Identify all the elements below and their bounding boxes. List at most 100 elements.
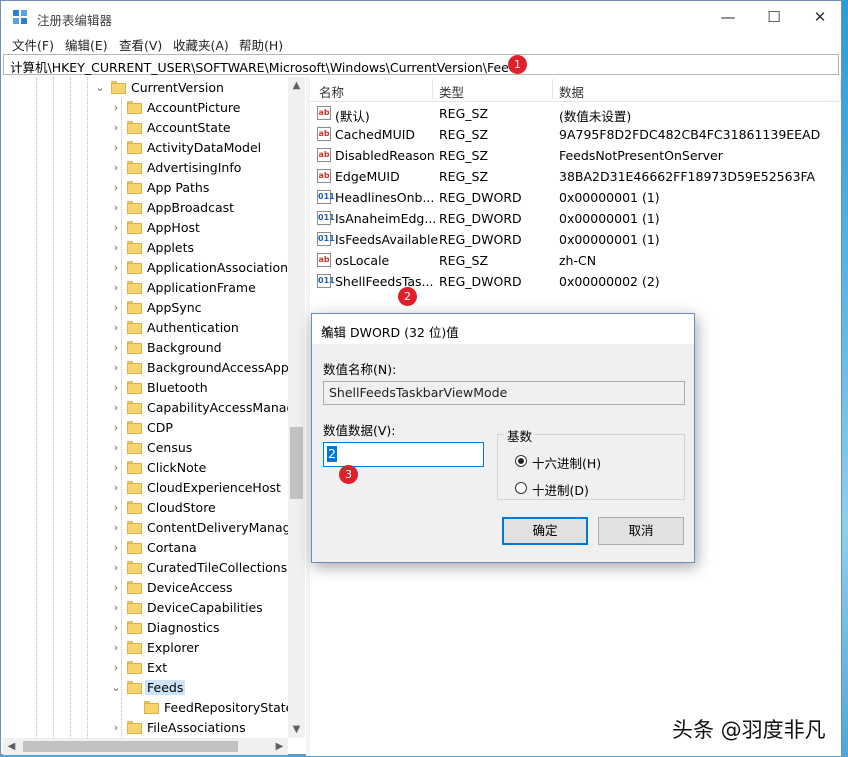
- collapsed-chevron-icon[interactable]: ›: [111, 361, 121, 374]
- column-type[interactable]: 类型: [439, 82, 464, 101]
- tree-item-label: AccountState: [147, 120, 231, 135]
- value-row[interactable]: 011 ShellFeedsTas... REG_DWORD 0x00000002 (…: [310, 271, 841, 292]
- cancel-button[interactable]: 取消: [598, 517, 684, 545]
- value-name: IsAnaheimEdg...: [335, 211, 437, 226]
- value-row[interactable]: 011 IsAnaheimEdg... REG_DWORD 0x00000001 (1…: [310, 208, 841, 229]
- collapsed-chevron-icon[interactable]: ›: [111, 241, 121, 254]
- collapsed-chevron-icon[interactable]: ›: [111, 261, 121, 274]
- column-data[interactable]: 数据: [559, 82, 584, 101]
- collapsed-chevron-icon[interactable]: ›: [111, 201, 121, 214]
- close-button[interactable]: ✕: [797, 1, 843, 33]
- folder-icon: [127, 421, 142, 434]
- menu-edit[interactable]: 编辑(E): [65, 35, 108, 54]
- tree-item-label: AdvertisingInfo: [147, 160, 242, 175]
- tree-item-label: Cortana: [147, 540, 197, 555]
- value-row[interactable]: ab CachedMUID REG_SZ 9A795F8D2FDC482CB4FC31…: [310, 124, 841, 145]
- collapsed-chevron-icon[interactable]: ›: [111, 461, 121, 474]
- value-row[interactable]: 011 IsFeedsAvailable REG_DWORD 0x00000001 (…: [310, 229, 841, 250]
- collapsed-chevron-icon[interactable]: ›: [111, 181, 121, 194]
- scroll-left-arrow-icon[interactable]: ◀: [3, 738, 20, 755]
- folder-icon: [127, 121, 142, 134]
- folder-icon: [127, 461, 142, 474]
- collapsed-chevron-icon[interactable]: ›: [111, 421, 121, 434]
- collapsed-chevron-icon[interactable]: ›: [111, 641, 121, 654]
- scroll-thumb[interactable]: [290, 427, 303, 499]
- collapsed-chevron-icon[interactable]: ›: [111, 521, 121, 534]
- collapsed-chevron-icon[interactable]: ›: [111, 561, 121, 574]
- hscroll-thumb[interactable]: [23, 741, 238, 752]
- collapsed-chevron-icon[interactable]: ›: [111, 161, 121, 174]
- collapsed-chevron-icon[interactable]: ›: [111, 381, 121, 394]
- expanded-chevron-icon[interactable]: ⌄: [95, 81, 105, 94]
- collapsed-chevron-icon[interactable]: ›: [111, 541, 121, 554]
- tree-horizontal-scrollbar[interactable]: ◀ ▶: [3, 738, 288, 755]
- folder-icon: [127, 281, 142, 294]
- folder-icon: [111, 81, 126, 94]
- tree-item-label: BackgroundAccessApplic: [147, 360, 303, 375]
- collapsed-chevron-icon[interactable]: ›: [111, 221, 121, 234]
- tree-item-label: AccountPicture: [147, 100, 241, 115]
- value-data-input[interactable]: 2: [323, 442, 484, 467]
- collapsed-chevron-icon[interactable]: ›: [111, 101, 121, 114]
- tree-vertical-scrollbar[interactable]: ▲ ▼: [288, 77, 305, 738]
- value-type: REG_SZ: [439, 106, 489, 121]
- collapsed-chevron-icon[interactable]: ›: [111, 481, 121, 494]
- collapsed-chevron-icon[interactable]: ›: [111, 401, 121, 414]
- collapsed-chevron-icon[interactable]: ›: [111, 581, 121, 594]
- ok-button[interactable]: 确定: [502, 517, 588, 545]
- value-row[interactable]: 011 HeadlinesOnb... REG_DWORD 0x00000001 (1…: [310, 187, 841, 208]
- collapsed-chevron-icon[interactable]: ›: [111, 621, 121, 634]
- folder-icon: [127, 681, 142, 694]
- value-row[interactable]: ab EdgeMUID REG_SZ 38BA2D31E46662FF18973D59…: [310, 166, 841, 187]
- collapsed-chevron-icon[interactable]: ›: [111, 341, 121, 354]
- collapsed-chevron-icon[interactable]: ›: [111, 661, 121, 674]
- value-data: (数值未设置): [559, 109, 632, 124]
- address-path: 计算机\HKEY_CURRENT_USER\SOFTWARE\Microsoft…: [10, 60, 524, 75]
- value-row[interactable]: ab (默认) REG_SZ (数值未设置): [310, 103, 841, 124]
- value-data: 0x00000001 (1): [559, 232, 660, 247]
- window-title: 注册表编辑器: [37, 13, 113, 28]
- collapsed-chevron-icon[interactable]: ›: [111, 721, 121, 734]
- value-row[interactable]: ab osLocale REG_SZ zh-CN: [310, 250, 841, 271]
- value-row[interactable]: ab DisabledReason REG_SZ FeedsNotPresentOnS…: [310, 145, 841, 166]
- scroll-right-arrow-icon[interactable]: ▶: [271, 738, 288, 755]
- string-value-icon: ab: [317, 106, 331, 120]
- folder-icon: [127, 541, 142, 554]
- collapsed-chevron-icon[interactable]: ›: [111, 601, 121, 614]
- collapsed-chevron-icon[interactable]: ›: [111, 321, 121, 334]
- value-data: 38BA2D31E46662FF18973D59E52563FA: [559, 169, 816, 184]
- address-bar[interactable]: 计算机\HKEY_CURRENT_USER\SOFTWARE\Microsoft…: [3, 54, 839, 75]
- folder-icon: [127, 361, 142, 374]
- decimal-radio-label[interactable]: 十进制(D): [532, 480, 589, 499]
- collapsed-chevron-icon[interactable]: ›: [111, 501, 121, 514]
- collapsed-chevron-icon[interactable]: ›: [111, 121, 121, 134]
- tree-item-label: Census: [147, 440, 193, 455]
- menu-file[interactable]: 文件(F): [12, 35, 54, 54]
- maximize-button[interactable]: ☐: [751, 1, 797, 33]
- expanded-chevron-icon[interactable]: ⌄: [111, 681, 121, 694]
- scroll-up-arrow-icon[interactable]: ▲: [288, 77, 305, 94]
- tree-item-label: DeviceAccess: [147, 580, 233, 595]
- collapsed-chevron-icon[interactable]: ›: [111, 441, 121, 454]
- tree-item-label: ApplicationFrame: [147, 280, 256, 295]
- folder-icon: [127, 621, 142, 634]
- column-name[interactable]: 名称: [319, 82, 344, 101]
- scroll-down-arrow-icon[interactable]: ▼: [288, 721, 305, 738]
- collapsed-chevron-icon[interactable]: ›: [111, 301, 121, 314]
- menu-help[interactable]: 帮助(H): [239, 35, 283, 54]
- watermark-text: 头条 @羽度非凡: [672, 718, 826, 742]
- collapsed-chevron-icon[interactable]: ›: [111, 281, 121, 294]
- tree-item-label: Diagnostics: [147, 620, 220, 635]
- folder-icon: [127, 141, 142, 154]
- minimize-button[interactable]: —: [705, 1, 751, 33]
- hex-radio-label[interactable]: 十六进制(H): [532, 453, 601, 472]
- decimal-radio[interactable]: [515, 482, 527, 494]
- value-type: REG_SZ: [439, 169, 489, 184]
- menu-view[interactable]: 查看(V): [119, 35, 162, 54]
- hex-radio[interactable]: [515, 455, 527, 467]
- collapsed-chevron-icon[interactable]: ›: [111, 141, 121, 154]
- menu-favorites[interactable]: 收藏夹(A): [173, 35, 229, 54]
- value-type: REG_SZ: [439, 127, 489, 142]
- dialog-close-icon[interactable]: ✕: [321, 322, 686, 337]
- string-value-icon: ab: [317, 253, 331, 267]
